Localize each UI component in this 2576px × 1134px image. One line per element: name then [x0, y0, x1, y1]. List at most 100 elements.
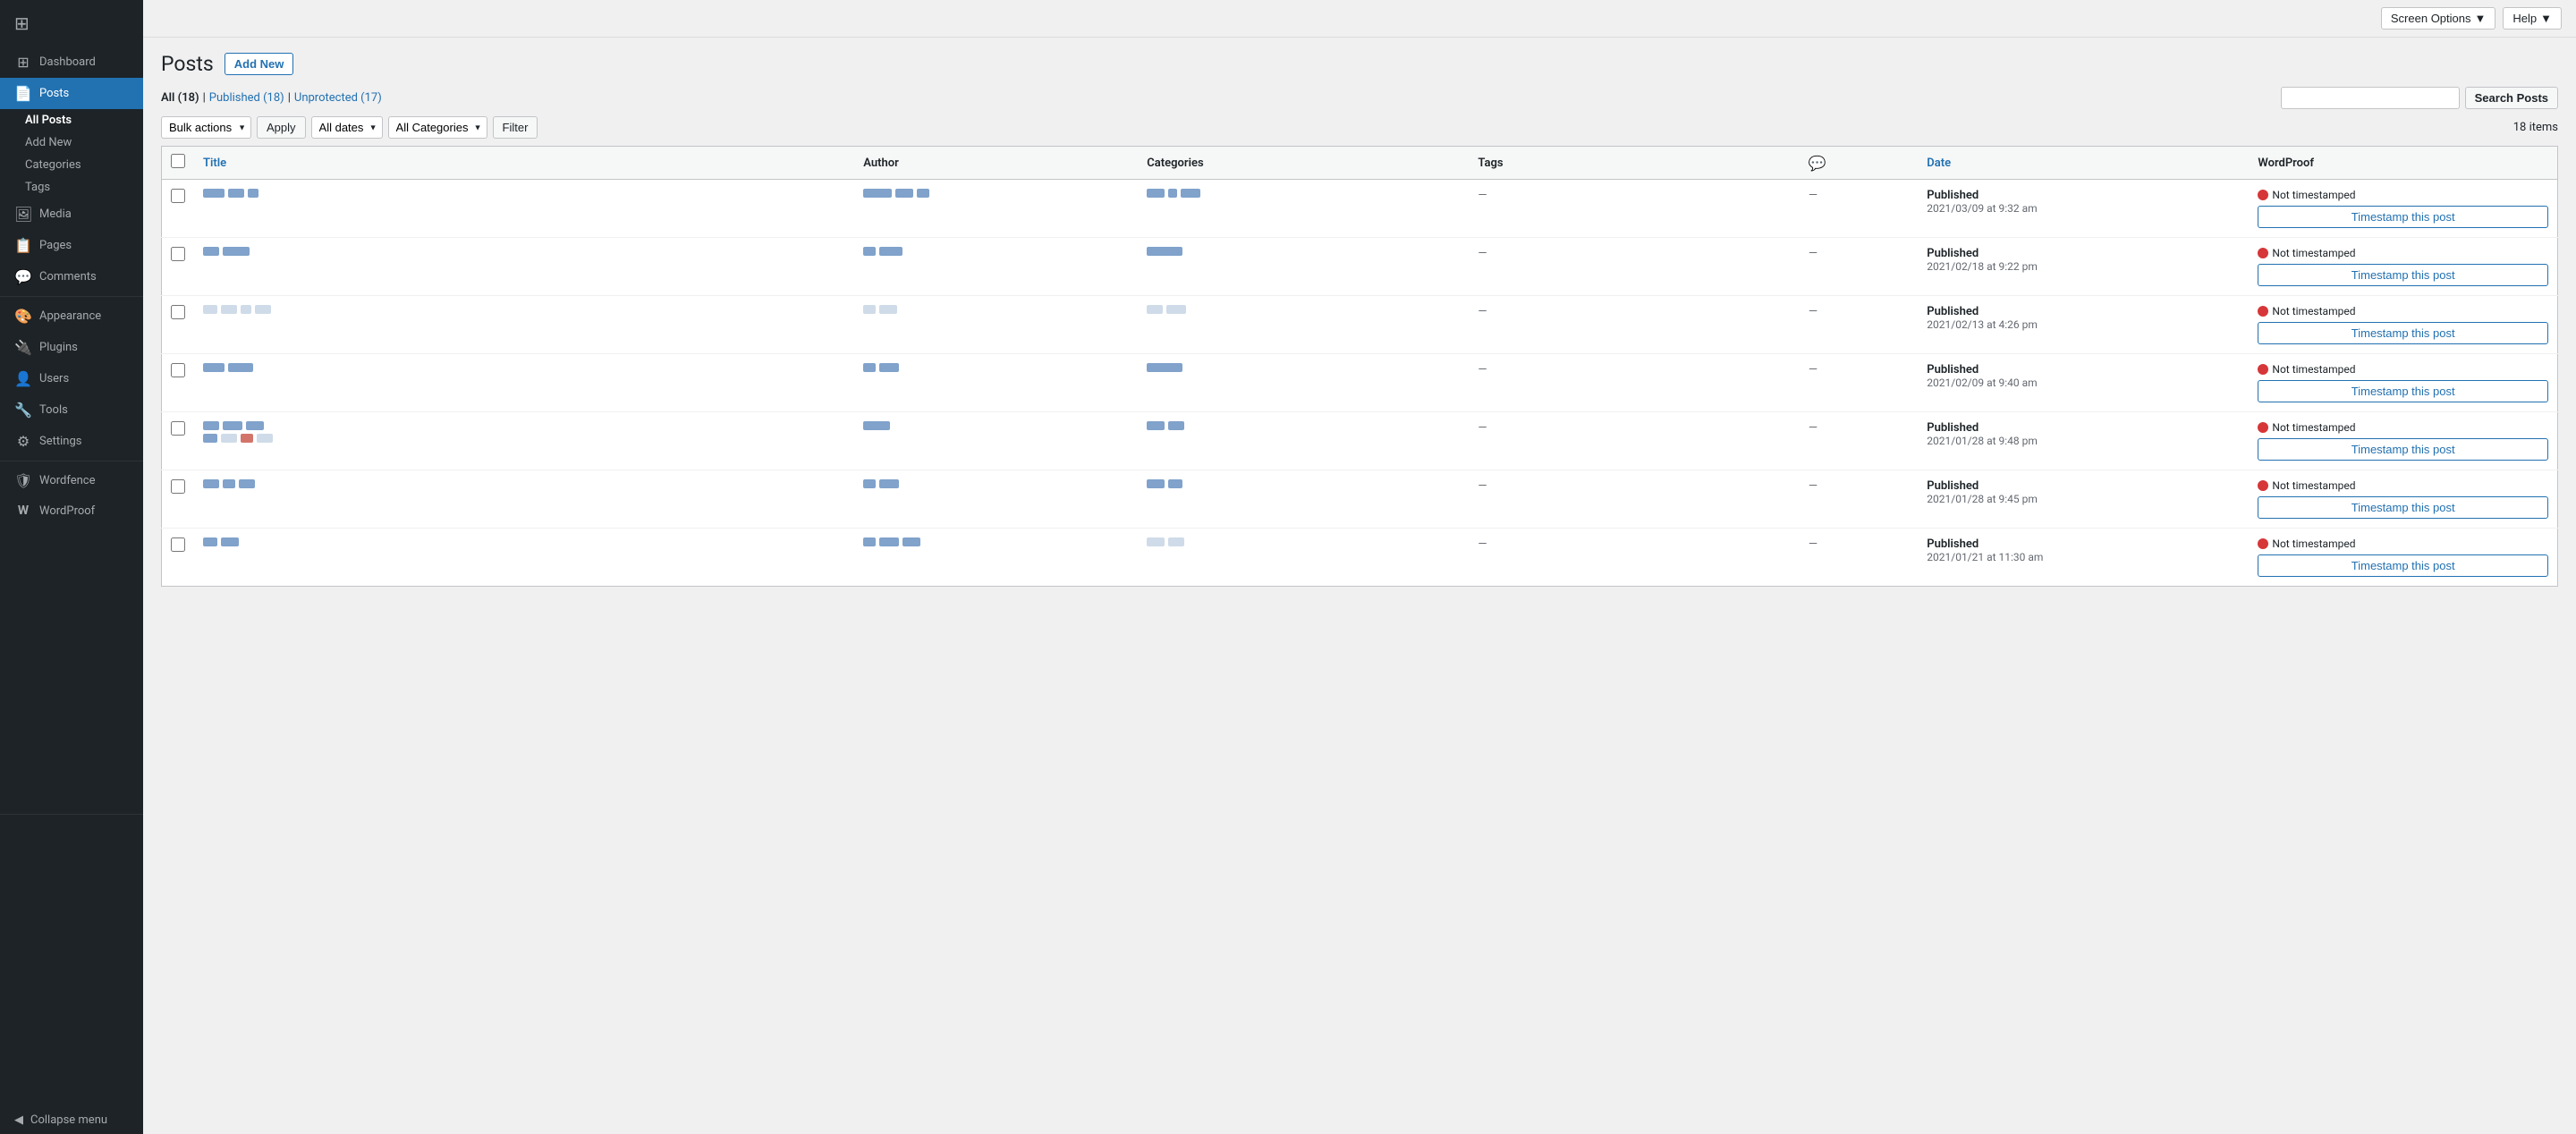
wordproof-cell-content: Not timestamped Timestamp this post: [2258, 247, 2548, 286]
sidebar-item-plugins[interactable]: 🔌 Plugins: [0, 332, 143, 363]
sidebar-item-wordfence[interactable]: 🛡 Wordfence: [0, 465, 143, 496]
row-checkbox[interactable]: [171, 189, 185, 203]
settings-icon: ⚙: [14, 433, 32, 450]
sidebar-item-tools[interactable]: 🔧 Tools: [0, 394, 143, 426]
row-checkbox[interactable]: [171, 537, 185, 552]
filter-link-unprotected[interactable]: Unprotected (17): [294, 91, 382, 105]
row-date-status: Published: [1927, 305, 2240, 318]
row-checkbox[interactable]: [171, 479, 185, 494]
row-date-value: 2021/03/09 at 9:32 am: [1927, 202, 2240, 215]
row-checkbox-cell: [162, 238, 195, 296]
row-author-cell: [854, 412, 1138, 470]
not-timestamped-text: Not timestamped: [2272, 247, 2355, 259]
not-timestamped-label: Not timestamped: [2258, 247, 2548, 259]
row-title-cell: [194, 354, 854, 412]
filter-button[interactable]: Filter: [493, 116, 538, 139]
sidebar-sub-tags[interactable]: Tags: [0, 176, 143, 199]
row-title-cell: [194, 412, 854, 470]
sidebar-item-comments[interactable]: 💬 Comments: [0, 261, 143, 292]
row-comments-cell: —: [1800, 296, 1918, 354]
search-input[interactable]: [2281, 87, 2460, 109]
not-timestamped-text: Not timestamped: [2272, 421, 2355, 434]
sidebar-item-posts[interactable]: 📄 Posts: [0, 78, 143, 109]
items-count: 18 items: [2513, 121, 2558, 134]
not-timestamped-label: Not timestamped: [2258, 479, 2548, 492]
not-timestamped-icon: [2258, 422, 2268, 433]
topbar: Screen Options ▼ Help ▼: [143, 0, 2576, 38]
apply-button[interactable]: Apply: [257, 116, 306, 139]
comments-icon: 💬: [14, 268, 32, 285]
row-categories-cell: [1138, 354, 1469, 412]
row-title-cell: [194, 470, 854, 529]
search-posts-button[interactable]: Search Posts: [2465, 87, 2558, 109]
sidebar-item-media[interactable]: 🖼 Media: [0, 199, 143, 230]
sidebar-item-settings[interactable]: ⚙ Settings: [0, 426, 143, 457]
not-timestamped-icon: [2258, 480, 2268, 491]
actions-row: Bulk actions Apply All dates All Categor…: [161, 116, 2558, 139]
row-author-cell: [854, 470, 1138, 529]
sidebar-item-dashboard[interactable]: ⊞ Dashboard: [0, 47, 143, 78]
row-checkbox[interactable]: [171, 421, 185, 436]
select-all-checkbox[interactable]: [171, 154, 185, 168]
row-date-cell: Published 2021/01/28 at 9:48 pm: [1918, 412, 2249, 470]
sidebar-item-pages[interactable]: 📋 Pages: [0, 230, 143, 261]
sidebar-item-label: Tools: [39, 403, 68, 417]
actions-left: Bulk actions Apply All dates All Categor…: [161, 116, 538, 139]
all-dates-select[interactable]: All dates: [311, 116, 383, 139]
timestamp-post-button[interactable]: Timestamp this post: [2258, 496, 2548, 519]
collapse-menu-button[interactable]: ◀ Collapse menu: [0, 1106, 143, 1134]
row-comments-cell: —: [1800, 180, 1918, 238]
wordproof-cell-content: Not timestamped Timestamp this post: [2258, 189, 2548, 228]
sidebar-logo: ⊞: [0, 0, 143, 47]
sidebar-sub-add-new[interactable]: Add New: [0, 131, 143, 154]
filter-link-all[interactable]: All (18): [161, 91, 199, 105]
table-row: — — Published 2021/03/09 at 9:32 am Not …: [162, 180, 2558, 238]
sidebar-sub-categories[interactable]: Categories: [0, 154, 143, 176]
sidebar-item-appearance[interactable]: 🎨 Appearance: [0, 300, 143, 332]
sidebar-item-wordproof[interactable]: W WordProof: [0, 496, 143, 525]
row-author-cell: [854, 238, 1138, 296]
collapse-icon: ◀: [14, 1113, 23, 1127]
th-author: Author: [854, 147, 1138, 180]
th-date[interactable]: Date: [1918, 147, 2249, 180]
row-tags-cell: —: [1469, 296, 1800, 354]
row-wordproof-cell: Not timestamped Timestamp this post: [2249, 470, 2557, 529]
timestamp-post-button[interactable]: Timestamp this post: [2258, 264, 2548, 286]
media-icon: 🖼: [14, 206, 32, 223]
row-date-status: Published: [1927, 247, 2240, 260]
row-tags-cell: —: [1469, 470, 1800, 529]
sidebar-item-label: Posts: [39, 87, 69, 100]
sidebar-sub-all-posts[interactable]: All Posts: [0, 109, 143, 131]
timestamp-post-button[interactable]: Timestamp this post: [2258, 322, 2548, 344]
row-categories-cell: [1138, 238, 1469, 296]
help-button[interactable]: Help ▼: [2503, 7, 2562, 30]
row-date-cell: Published 2021/01/28 at 9:45 pm: [1918, 470, 2249, 529]
bulk-actions-select[interactable]: Bulk actions: [161, 116, 251, 139]
row-date-cell: Published 2021/02/18 at 9:22 pm: [1918, 238, 2249, 296]
timestamp-post-button[interactable]: Timestamp this post: [2258, 380, 2548, 402]
comment-bubble-icon: 💬: [1809, 155, 1826, 172]
row-wordproof-cell: Not timestamped Timestamp this post: [2249, 412, 2557, 470]
row-checkbox[interactable]: [171, 247, 185, 261]
all-categories-select[interactable]: All Categories: [388, 116, 487, 139]
sidebar-item-users[interactable]: 👤 Users: [0, 363, 143, 394]
table-row: — — Published 2021/01/21 at 11:30 am Not…: [162, 529, 2558, 587]
add-new-button[interactable]: Add New: [225, 53, 294, 75]
row-categories-cell: [1138, 529, 1469, 587]
users-icon: 👤: [14, 370, 32, 387]
timestamp-post-button[interactable]: Timestamp this post: [2258, 554, 2548, 577]
th-title[interactable]: Title: [194, 147, 854, 180]
not-timestamped-text: Not timestamped: [2272, 363, 2355, 376]
sidebar-item-label: Dashboard: [39, 55, 96, 69]
filter-links: All (18) | Published (18) | Unprotected …: [161, 91, 382, 105]
filter-link-published[interactable]: Published (18): [209, 91, 284, 105]
page-header: Posts Add New: [161, 52, 2558, 76]
row-checkbox[interactable]: [171, 363, 185, 377]
row-date-value: 2021/02/09 at 9:40 am: [1927, 377, 2240, 389]
timestamp-post-button[interactable]: Timestamp this post: [2258, 206, 2548, 228]
timestamp-post-button[interactable]: Timestamp this post: [2258, 438, 2548, 461]
row-checkbox[interactable]: [171, 305, 185, 319]
row-date-cell: Published 2021/02/09 at 9:40 am: [1918, 354, 2249, 412]
wordproof-icon: W: [14, 504, 32, 518]
screen-options-button[interactable]: Screen Options ▼: [2381, 7, 2496, 30]
